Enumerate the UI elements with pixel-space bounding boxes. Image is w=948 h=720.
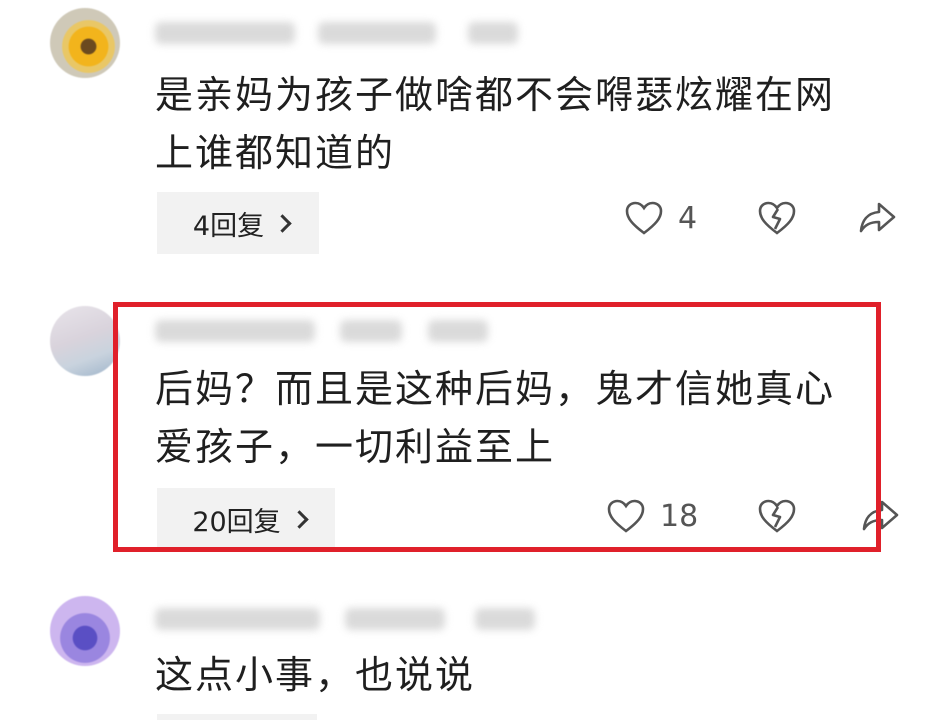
comment-1: 是亲妈为孩子做啥都不会嘚瑟炫耀在网 上谁都知道的 4回复 4 xyxy=(0,0,948,290)
timestamp-blurred xyxy=(340,320,402,342)
username-blurred xyxy=(155,608,320,630)
broken-heart-icon xyxy=(758,499,796,533)
like-button[interactable]: 18 xyxy=(606,498,698,534)
share-button[interactable] xyxy=(857,200,897,236)
view-replies-button[interactable]: 20回复 xyxy=(157,488,335,550)
username-blurred xyxy=(155,22,295,44)
dislike-button[interactable] xyxy=(757,200,797,236)
broken-heart-icon xyxy=(758,201,796,235)
heart-outline-icon xyxy=(625,201,663,235)
share-arrow-icon xyxy=(859,202,896,233)
comment-text: 这点小事，也说说 xyxy=(155,653,476,697)
heart-outline-icon xyxy=(607,499,645,533)
location-blurred xyxy=(468,22,518,44)
replies-label: 20回复 xyxy=(192,506,281,538)
avatar[interactable] xyxy=(50,8,120,78)
username-blurred xyxy=(155,320,315,342)
like-count: 18 xyxy=(660,498,699,534)
share-button[interactable] xyxy=(860,498,900,534)
timestamp-blurred xyxy=(345,608,445,630)
comment-text: 是亲妈为孩子做啥都不会嘚瑟炫耀在网 上谁都知道的 xyxy=(155,73,836,175)
next-reply-button-partial[interactable] xyxy=(157,714,317,720)
avatar[interactable] xyxy=(50,596,120,666)
replies-label: 4回复 xyxy=(192,210,265,242)
share-arrow-icon xyxy=(862,500,899,531)
chevron-right-icon xyxy=(273,213,292,233)
comment-2: 后妈？而且是这种后妈，鬼才信她真心 爱孩子，一切利益至上 20回复 18 xyxy=(0,290,948,590)
like-count: 4 xyxy=(678,200,698,236)
dislike-button[interactable] xyxy=(757,498,797,534)
comment-3: 这点小事，也说说 xyxy=(0,590,948,720)
chevron-right-icon xyxy=(289,509,309,529)
avatar[interactable] xyxy=(50,306,120,376)
location-blurred xyxy=(475,608,535,630)
comment-text: 后妈？而且是这种后妈，鬼才信她真心 爱孩子，一切利益至上 xyxy=(155,367,836,469)
location-blurred xyxy=(428,320,488,342)
like-button[interactable]: 4 xyxy=(624,200,697,236)
timestamp-blurred xyxy=(318,22,436,44)
view-replies-button[interactable]: 4回复 xyxy=(157,192,319,254)
